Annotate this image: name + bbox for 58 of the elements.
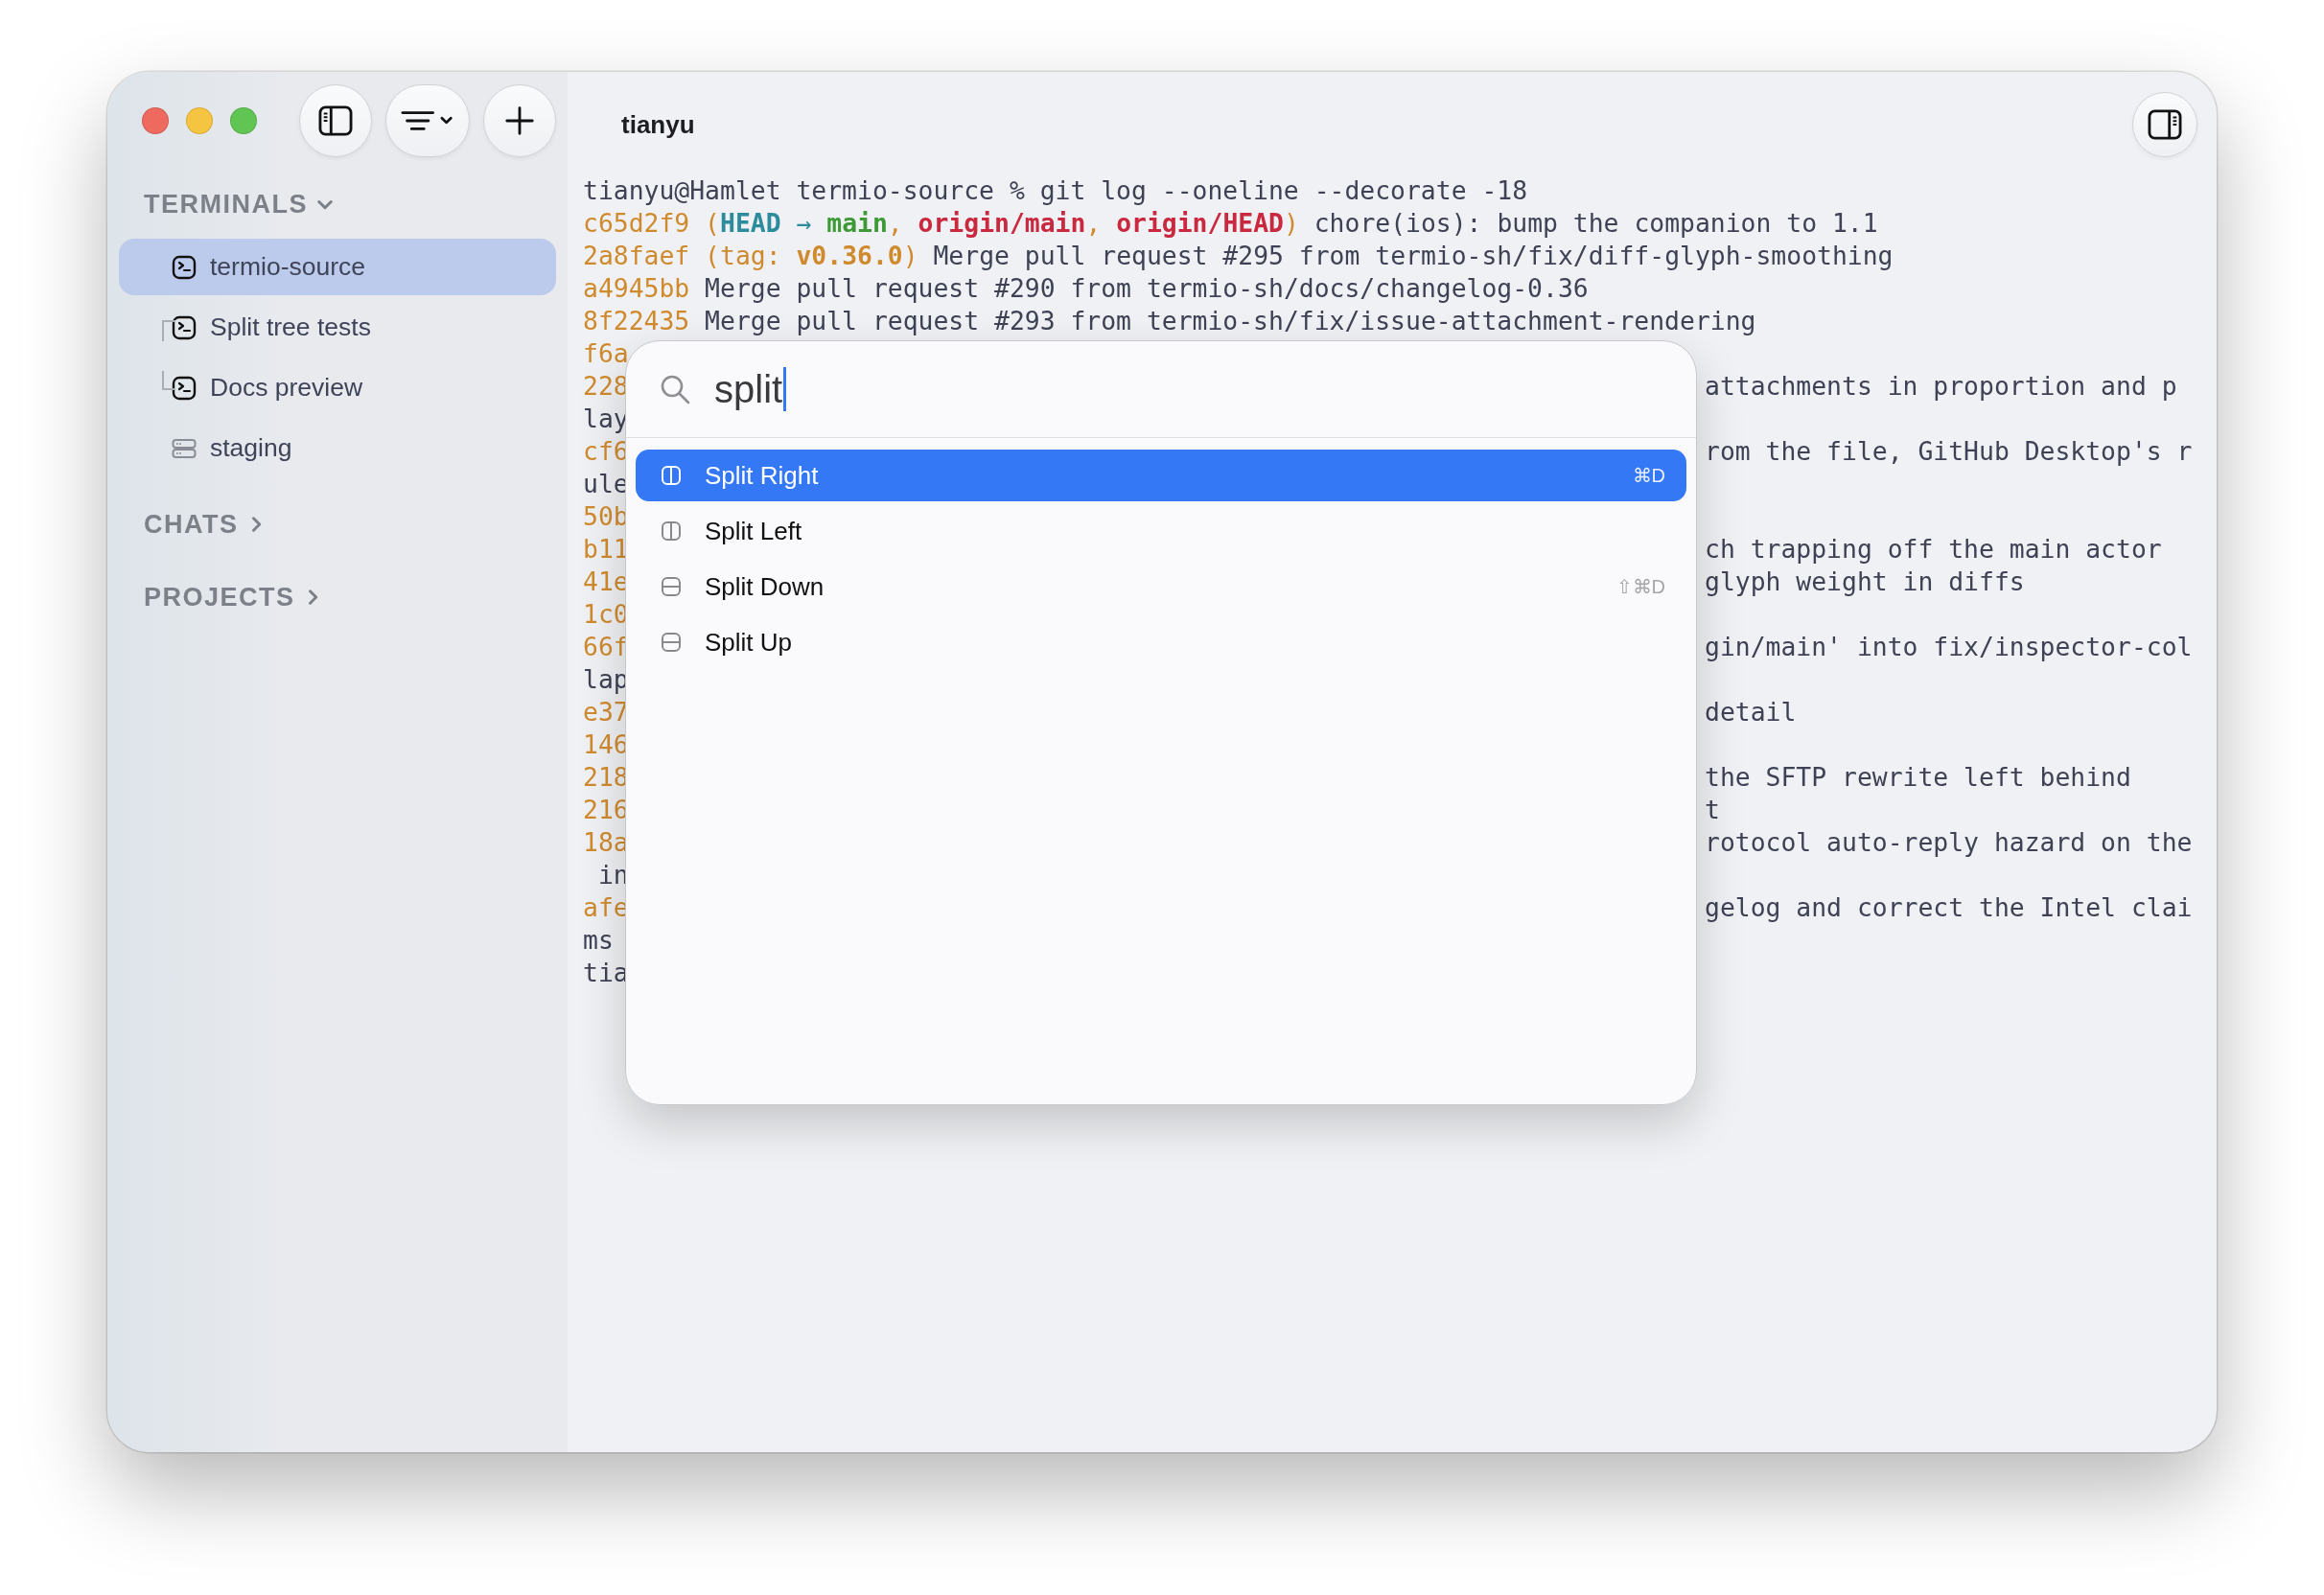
item-label: Docs preview (210, 373, 363, 403)
terminal-line: 66f (583, 631, 629, 663)
terminal-line: t (1705, 794, 1720, 826)
terminal-line: rom the file, GitHub Desktop's r (1705, 435, 2193, 468)
zoom-icon[interactable] (230, 107, 257, 134)
keyboard-shortcut: ⇧⌘D (1615, 575, 1665, 598)
sidebar-item[interactable]: Split tree tests (119, 299, 556, 356)
text-cursor (783, 367, 787, 411)
horizontal-split-icon (661, 576, 682, 597)
command-label: Split Up (705, 627, 793, 658)
inspector-toggle-button[interactable] (2132, 92, 2197, 157)
terminal-line: b11 (583, 533, 629, 566)
terminal-line: lay (583, 403, 629, 435)
terminal-line: f6a (583, 337, 629, 370)
terminal-line: 18a (583, 826, 629, 859)
sidebar-item[interactable]: staging (119, 420, 556, 476)
sidebar-item[interactable]: termio-source (119, 239, 556, 295)
terminal-line: glyph weight in diffs (1705, 566, 2025, 598)
item-label: Split tree tests (210, 312, 371, 342)
sidebar-icon (317, 104, 354, 137)
search-icon (659, 373, 691, 405)
terminal-icon (172, 314, 197, 340)
command-label: Split Left (705, 516, 802, 546)
command-item[interactable]: Split Down ⇧⌘D (636, 561, 1686, 613)
item-label: staging (210, 433, 292, 463)
terminal-line: ms (583, 924, 614, 957)
terminal-line: c65d2f9 (HEAD → main, origin/main, origin/HEAD) chore(ios): bump the companion to 1.1 (583, 207, 1878, 240)
command-item[interactable]: Split Right ⌘D (636, 450, 1686, 501)
inspector-icon (2147, 108, 2183, 141)
command-label: Split Down (705, 571, 825, 602)
command-label: Split Right (705, 460, 819, 491)
terminal-line: 2a8faef (tag: v0.36.0) Merge pull request #295 from termio-sh/fix/diff-glyph-smoothing (583, 240, 1894, 272)
terminal-line: e37 (583, 696, 629, 728)
terminal-line: 8f22435 Merge pull request #293 from termio-sh/fix/issue-attachment-rendering (583, 305, 1756, 337)
terminal-line: gelog and correct the Intel clai (1705, 891, 2193, 924)
search-field[interactable]: split (714, 362, 787, 416)
keyboard-shortcut: ⌘D (1632, 464, 1665, 487)
terminal-icon (172, 254, 197, 280)
horizontal-split-icon (661, 632, 682, 653)
terminal-line: a4945bb Merge pull request #290 from termio-sh/docs/changelog-0.36 (583, 272, 1589, 305)
terminal-icon (172, 375, 197, 401)
sidebar-item[interactable]: Docs preview (119, 359, 556, 416)
vertical-split-icon (661, 520, 682, 542)
tree-line (162, 371, 175, 390)
window-title: tianyu (621, 109, 695, 140)
terminal-line: rotocol auto-reply hazard on the (1705, 826, 2193, 859)
terminal-line: ch trapping off the main actor (1705, 533, 2162, 566)
command-item[interactable]: Split Up (636, 616, 1686, 668)
close-icon[interactable] (142, 107, 169, 134)
terminal-line: gin/main' into fix/inspector-col (1705, 631, 2193, 663)
terminal-line: tianyu@Hamlet termio-source % git log --oneline --decorate -18 (583, 174, 1528, 207)
tree-line (162, 320, 175, 341)
terminal-line: detail (1705, 696, 1797, 728)
terminal-line: the SFTP rewrite left behind (1705, 761, 2131, 794)
command-item[interactable]: Split Left (636, 505, 1686, 557)
terminal-line: attachments in proportion and p (1705, 370, 2177, 403)
vertical-split-icon (661, 465, 682, 486)
item-label: termio-source (210, 252, 365, 282)
